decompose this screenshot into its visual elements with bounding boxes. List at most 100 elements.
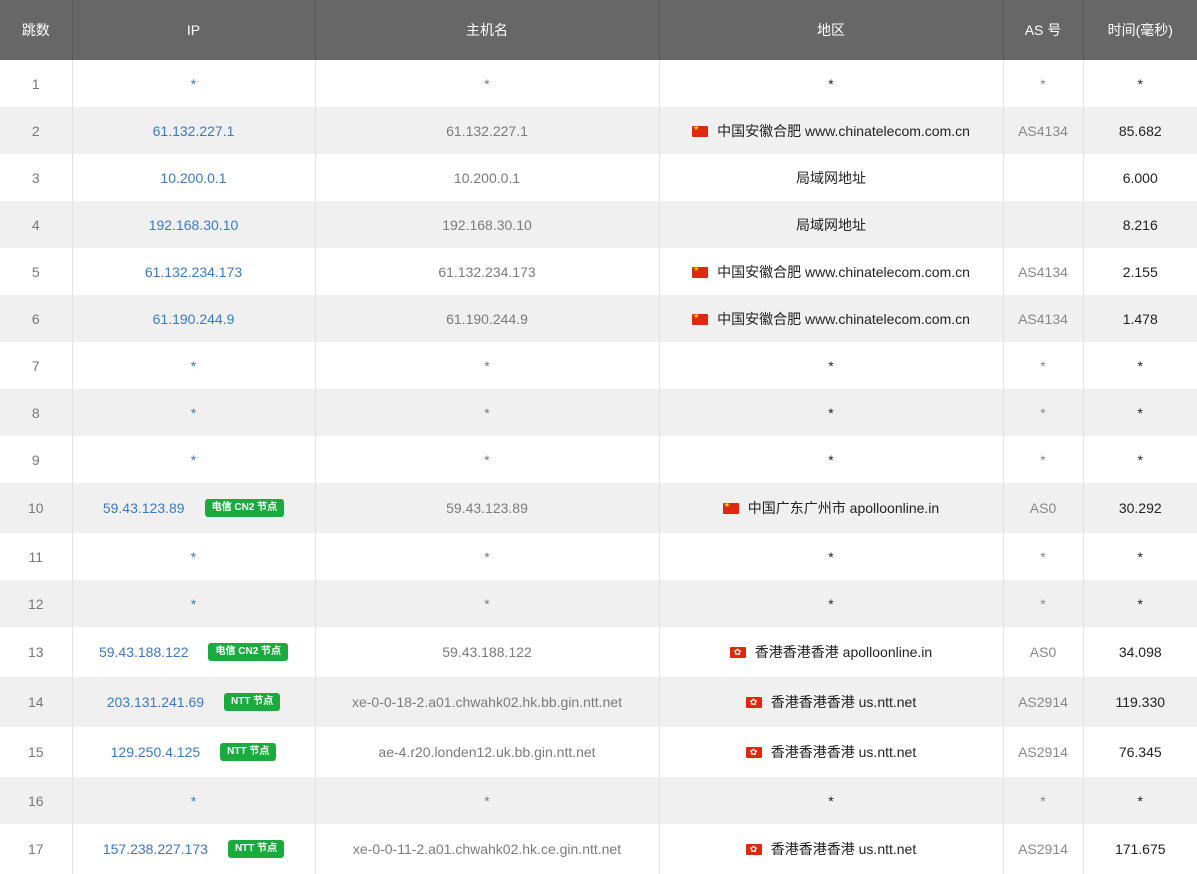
ip-cell: * <box>72 60 316 107</box>
latency-ms: * <box>1083 436 1197 483</box>
as-number: * <box>1003 436 1084 483</box>
latency-ms: 85.682 <box>1083 107 1197 154</box>
table-row: 7 * * * * * <box>0 342 1197 389</box>
ip-cell: 61.132.234.173 <box>72 248 316 295</box>
hop-number: 6 <box>0 295 73 342</box>
as-number: AS0 <box>1003 483 1084 533</box>
as-number: AS2914 <box>1003 824 1084 874</box>
region-text: 中国安徽合肥 www.chinatelecom.com.cn <box>717 122 970 139</box>
latency-ms: * <box>1083 777 1197 824</box>
ip-cell: 10.200.0.1 <box>72 154 316 201</box>
region-cell: 香港香港香港 us.ntt.net <box>659 727 1004 777</box>
ip-link: * <box>190 792 197 809</box>
hostname: ae-4.r20.londen12.uk.bb.gin.ntt.net <box>315 727 660 777</box>
hostname: * <box>315 436 660 483</box>
ip-link[interactable]: 157.238.227.173 <box>103 841 208 857</box>
region-text: 香港香港香港 us.ntt.net <box>770 694 917 710</box>
ip-link: * <box>190 75 197 92</box>
ip-link[interactable]: 59.43.188.122 <box>99 644 189 660</box>
column-header-hop: 跳数 <box>0 0 73 60</box>
table-row: 13 59.43.188.122 电信 CN2 节点 59.43.188.122 香港香… <box>0 627 1197 677</box>
ip-cell: 59.43.188.122 电信 CN2 节点 <box>72 627 316 677</box>
table-row: 4 192.168.30.10 192.168.30.10 局域网地址 8.216 <box>0 201 1197 248</box>
hop-number: 11 <box>0 533 73 580</box>
region-text: 中国安徽合肥 www.chinatelecom.com.cn <box>717 263 970 280</box>
column-header-as: AS 号 <box>1003 0 1084 60</box>
region-cell: 香港香港香港 us.ntt.net <box>659 824 1004 874</box>
as-number: AS2914 <box>1003 677 1084 727</box>
table-row: 17 157.238.227.173 NTT 节点 xe-0-0-11-2.a01.c… <box>0 824 1197 874</box>
ip-link[interactable]: 61.190.244.9 <box>153 311 235 327</box>
ip-link: * <box>190 357 197 374</box>
region-cell: 香港香港香港 us.ntt.net <box>659 677 1004 727</box>
column-header-ip: IP <box>72 0 316 60</box>
as-number: AS2914 <box>1003 727 1084 777</box>
latency-ms: * <box>1083 389 1197 436</box>
region-cell: 中国安徽合肥 www.chinatelecom.com.cn <box>659 295 1004 342</box>
node-badge: NTT 节点 <box>220 743 277 761</box>
ip-link: * <box>190 404 197 421</box>
ip-link[interactable]: 129.250.4.125 <box>111 744 201 760</box>
hop-number: 13 <box>0 627 73 677</box>
ip-link[interactable]: 59.43.123.89 <box>103 500 185 516</box>
node-badge: 电信 CN2 节点 <box>208 643 289 661</box>
hk-flag-icon <box>729 646 746 658</box>
ip-cell: * <box>72 342 316 389</box>
table-body: 1*****261.132.227.161.132.227.1中国安徽合肥 ww… <box>0 60 1197 874</box>
hostname: 59.43.123.89 <box>315 483 660 533</box>
as-number: AS0 <box>1003 627 1084 677</box>
hop-number: 10 <box>0 483 73 533</box>
region-cell: * <box>659 60 1004 107</box>
cn-flag-icon <box>692 311 709 325</box>
table-row: 11 * * * * * <box>0 533 1197 580</box>
hop-number: 8 <box>0 389 73 436</box>
ip-cell: 203.131.241.69 NTT 节点 <box>72 677 316 727</box>
hostname: * <box>315 389 660 436</box>
region-cell: * <box>659 342 1004 389</box>
column-header-time: 时间(毫秒) <box>1083 0 1197 60</box>
region-text: 中国广东广州市 apolloonline.in <box>747 500 940 516</box>
column-header-region: 地区 <box>659 0 1004 60</box>
latency-ms: 1.478 <box>1083 295 1197 342</box>
hk-flag-icon <box>745 746 762 758</box>
ip-link: * <box>190 595 197 612</box>
region-text: 香港香港香港 us.ntt.net <box>770 744 917 760</box>
ip-cell: 157.238.227.173 NTT 节点 <box>72 824 316 874</box>
latency-ms: 6.000 <box>1083 154 1197 201</box>
hostname: * <box>315 342 660 389</box>
region-cell: * <box>659 580 1004 627</box>
hostname: 10.200.0.1 <box>315 154 660 201</box>
table-row: 8 * * * * * <box>0 389 1197 436</box>
hop-number: 12 <box>0 580 73 627</box>
latency-ms: 2.155 <box>1083 248 1197 295</box>
hostname: 61.132.234.173 <box>315 248 660 295</box>
table-row: 2 61.132.227.1 61.132.227.1 中国安徽合肥 www.chin… <box>0 107 1197 154</box>
region-text: 局域网地址 <box>796 216 866 233</box>
node-badge: 电信 CN2 节点 <box>204 499 285 517</box>
table-row: 10 59.43.123.89 电信 CN2 节点 59.43.123.89 中国广东广… <box>0 483 1197 533</box>
ip-cell: 59.43.123.89 电信 CN2 节点 <box>72 483 316 533</box>
ip-link[interactable]: 192.168.30.10 <box>149 217 239 233</box>
traceroute-table: 跳数 IP 主机名 地区 AS 号 时间(毫秒) 1 * * * * * 2 61.132.2… <box>0 0 1197 874</box>
hostname: 59.43.188.122 <box>315 627 660 677</box>
hop-number: 16 <box>0 777 73 824</box>
node-badge: NTT 节点 <box>227 840 285 858</box>
table-row: 1 * * * * * <box>0 60 1197 107</box>
ip-link[interactable]: 203.131.241.69 <box>107 694 204 710</box>
ip-cell: 192.168.30.10 <box>72 201 316 248</box>
hostname: 61.132.227.1 <box>315 107 660 154</box>
as-number: * <box>1003 389 1084 436</box>
ip-cell: 61.190.244.9 <box>72 295 316 342</box>
cn-flag-icon <box>692 264 709 278</box>
ip-link[interactable]: 10.200.0.1 <box>160 170 226 186</box>
region-cell: 中国安徽合肥 www.chinatelecom.com.cn <box>659 107 1004 154</box>
ip-link[interactable]: 61.132.234.173 <box>145 264 242 280</box>
region-text: 香港香港香港 apolloonline.in <box>754 644 933 660</box>
region-text: * <box>828 451 834 468</box>
column-header-hostname: 主机名 <box>315 0 660 60</box>
table-row: 6 61.190.244.9 61.190.244.9 中国安徽合肥 www.chin… <box>0 295 1197 342</box>
node-badge: NTT 节点 <box>224 693 281 711</box>
ip-link[interactable]: 61.132.227.1 <box>153 123 235 139</box>
ip-cell: 61.132.227.1 <box>72 107 316 154</box>
table-row: 12 * * * * * <box>0 580 1197 627</box>
